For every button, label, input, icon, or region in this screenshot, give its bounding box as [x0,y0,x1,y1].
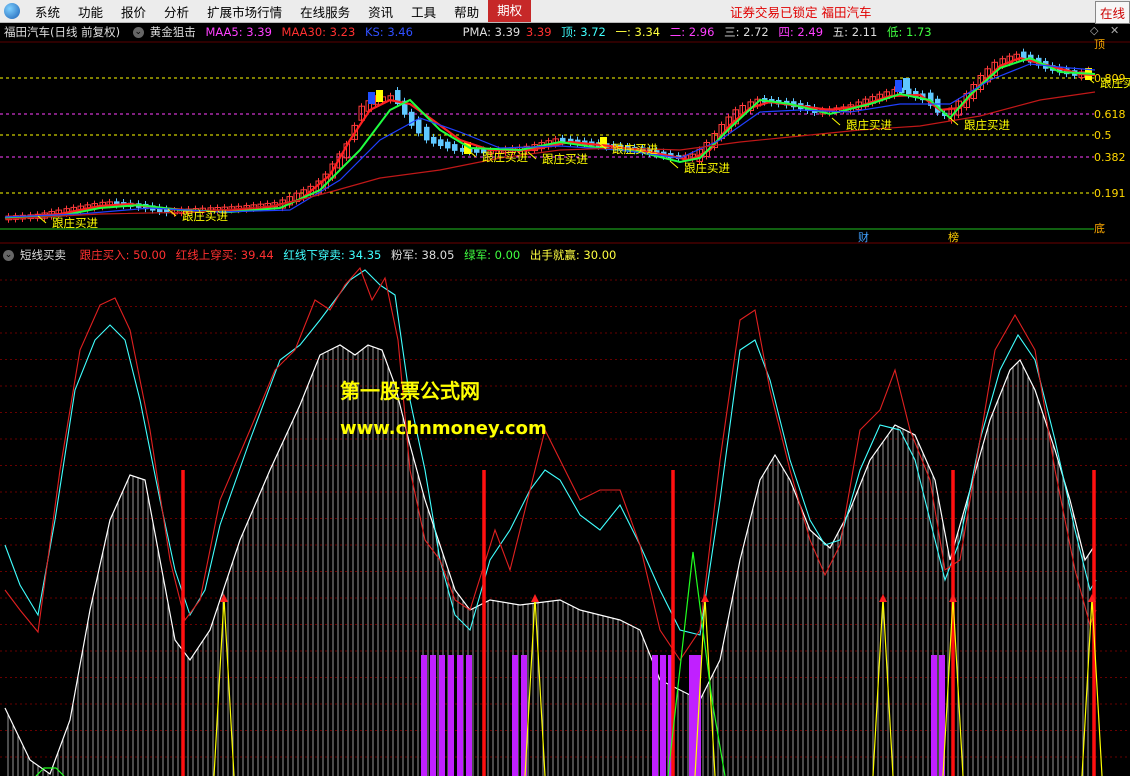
yi-value: 一: 3.34 [615,25,661,39]
signal-label: 跟庄买进 [846,118,892,132]
candles [5,48,1092,223]
marker-cai: 财 [858,230,869,244]
chart-canvas[interactable]: 顶0.8090.6180.50.3820.191底跟庄买进 跟庄买进跟庄买进 跟庄买… [0,0,1130,776]
fib-label: 底 [1094,221,1105,235]
magenta-bar [448,655,454,776]
di-value: 低: 1.73 [886,25,932,39]
ks-value: KS: 3.46 [364,25,413,39]
pma2-value: 3.39 [525,25,552,39]
indicator-name[interactable]: 黄金狙击 [150,25,196,39]
san-value: 三: 2.72 [724,25,769,39]
wu-value: 五: 2.11 [832,25,878,39]
fib-label: 0.191 [1094,187,1126,200]
magenta-bar [931,655,937,776]
down-value: 红线下穿卖: 34.35 [283,248,382,262]
watermark-url: www.chnmoney.com [340,418,547,439]
signal-label: 跟庄买进 [964,118,1010,132]
signal-arrow [831,117,841,126]
candle [474,149,480,153]
fib-label: 0.5 [1094,129,1112,142]
er-value: 二: 2.96 [669,25,715,39]
maa5-value: MAA5: 3.39 [205,25,272,39]
signal-label: 跟庄买进 [52,216,98,230]
candle [431,136,437,144]
fib-label: 0.382 [1094,151,1126,164]
candle [424,126,430,141]
cs-value: 出手就赢: 30.00 [529,248,617,262]
candle [438,139,444,147]
pma-value: PMA: 3.39 [462,25,521,39]
white-histogram [7,345,1094,776]
green-small [35,767,65,776]
highlight-block [376,90,383,102]
magenta-bar [512,655,518,776]
ding-value: 顶: 3.72 [561,25,606,39]
sub-indicator-name[interactable]: 短线买卖 [20,248,66,262]
fen-value: 粉军: 38.05 [390,248,455,262]
maa30-value: MAA30: 3.23 [281,25,356,39]
lv-value: 绿军: 0.00 [464,248,521,262]
magenta-bar [421,655,427,776]
si-value: 四: 2.49 [778,25,824,39]
signal-label: 跟庄买进 [684,161,730,175]
chevron-down-icon[interactable]: ⌄ [132,27,144,38]
gz-value: 跟庄买入: 50.00 [79,248,167,262]
red-spikes [181,470,1096,776]
panel-close-icon[interactable]: ✕ [1110,24,1119,37]
magenta-bar [466,655,472,776]
cyan-line [4,269,1097,636]
candle [416,119,422,134]
ma-green-line [4,56,1096,219]
highlight-block [368,92,375,104]
stock-title[interactable]: 福田汽车(日线 前复权) [4,25,120,39]
signal-label: 跟庄买进 [182,209,228,223]
marker-bang: 榜 [948,230,959,244]
magenta-bar [660,655,666,776]
signal-label: 跟庄买进 [1100,76,1130,90]
red-arrow-icon [531,594,539,602]
highlight-block [895,80,902,92]
red-arrow-icon [701,594,709,602]
highlight-block [903,78,910,90]
top-info-row: 福田汽车(日线 前复权) ⌄ 黄金狙击 MAA5: 3.39 MAA30: 3.2… [0,23,1130,41]
signal-label: 跟庄买进 [482,150,528,164]
signal-label: 跟庄买进 [542,152,588,166]
magenta-bar [652,655,658,776]
bottom-info-row: ⌄ 短线买卖 跟庄买入: 50.00 红线上穿买: 39.44 红线下穿卖: 34… [0,246,1130,264]
up-value: 红线上穿买: 39.44 [175,248,274,262]
ma-red-line [4,56,1096,220]
signal-label: 跟庄买进 [612,142,658,156]
chevron-down-icon[interactable]: ⌄ [3,250,14,261]
fib-label: 0.618 [1094,108,1126,121]
magenta-bar [689,655,695,776]
panel-expand-icon[interactable]: ◇ [1090,24,1098,37]
magenta-bar [439,655,445,776]
watermark-title: 第一股票公式网 [340,379,480,403]
candle [445,141,451,149]
candle [452,144,458,151]
magenta-bar [457,655,463,776]
magenta-bar [430,655,436,776]
